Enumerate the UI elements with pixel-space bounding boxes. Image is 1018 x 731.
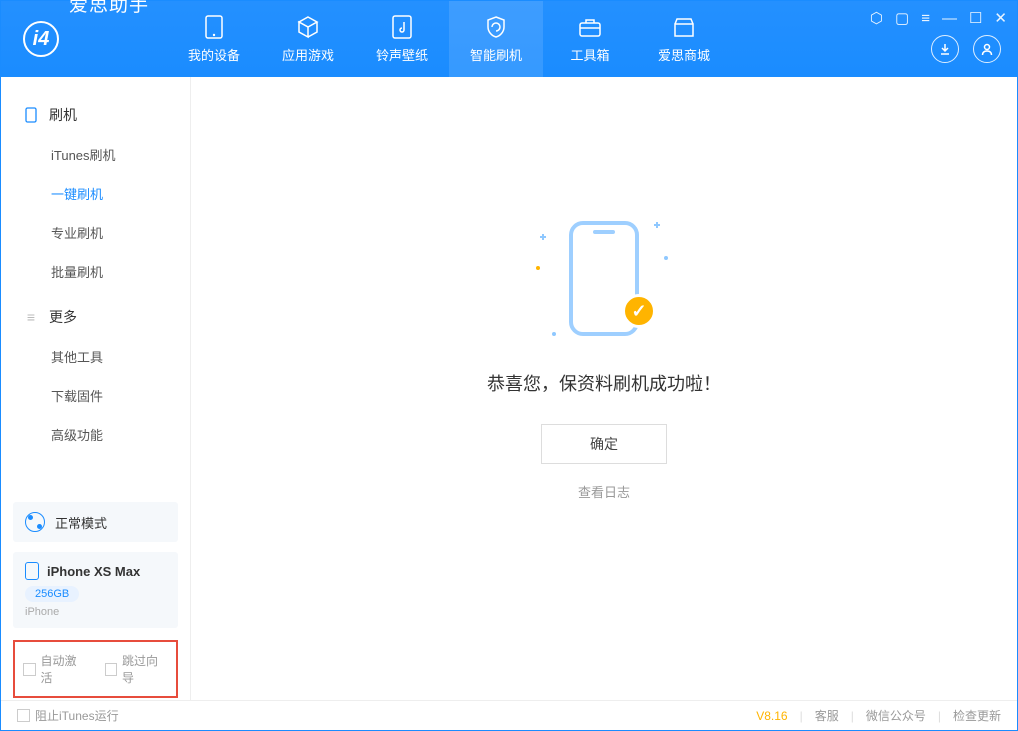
tab-label: 爱思商城 <box>658 45 710 64</box>
music-file-icon <box>388 15 416 39</box>
check-update-link[interactable]: 检查更新 <box>953 707 1001 724</box>
logo-icon: i4 <box>23 21 59 57</box>
device-storage: 256GB <box>25 586 79 602</box>
dot-icon <box>664 256 668 260</box>
toolbox-icon <box>576 15 604 39</box>
mode-icon <box>25 512 45 532</box>
phone-outline-icon <box>23 107 39 123</box>
store-icon <box>670 15 698 39</box>
checkbox-label: 跳过向导 <box>122 652 168 686</box>
sidebar-item-batch-flash[interactable]: 批量刷机 <box>1 252 190 291</box>
tab-smart-flash[interactable]: 智能刷机 <box>449 1 543 77</box>
feedback-icon[interactable]: ▢ <box>895 9 909 27</box>
maximize-icon[interactable]: ☐ <box>969 9 982 27</box>
cube-icon <box>294 15 322 39</box>
sparkle-icon <box>540 234 546 240</box>
app-name: 爱思助手 <box>69 0 149 77</box>
footer: 阻止iTunes运行 V8.16 | 客服 | 微信公众号 | 检查更新 <box>1 700 1017 730</box>
dot-icon <box>536 266 540 270</box>
header-actions <box>931 35 1001 63</box>
dot-icon <box>552 332 556 336</box>
tab-toolbox[interactable]: 工具箱 <box>543 1 637 77</box>
tab-my-device[interactable]: 我的设备 <box>167 1 261 77</box>
tab-label: 我的设备 <box>188 45 240 64</box>
support-link[interactable]: 客服 <box>815 707 839 724</box>
refresh-shield-icon <box>482 15 510 39</box>
section-title: 更多 <box>49 307 77 327</box>
sidebar-item-other-tools[interactable]: 其他工具 <box>1 337 190 376</box>
sidebar-section-more: ≡ 更多 <box>1 297 190 337</box>
logo-area: i4 爱思助手 www.i4.cn <box>1 0 167 89</box>
sidebar-item-advanced[interactable]: 高级功能 <box>1 415 190 454</box>
options-highlighted-row: 自动激活 跳过向导 <box>13 640 178 698</box>
device-name: iPhone XS Max <box>47 564 140 579</box>
window-controls: ⬡ ▢ ≡ — ☐ ✕ <box>870 9 1007 27</box>
section-title: 刷机 <box>49 105 77 125</box>
download-icon[interactable] <box>931 35 959 63</box>
success-illustration: ✓ <box>534 216 674 346</box>
version-label: V8.16 <box>756 709 787 723</box>
minimize-icon[interactable]: — <box>942 10 957 27</box>
shirt-icon[interactable]: ⬡ <box>870 9 883 27</box>
sidebar-item-pro-flash[interactable]: 专业刷机 <box>1 213 190 252</box>
checkbox-label: 阻止iTunes运行 <box>35 707 119 724</box>
skip-guide-checkbox[interactable]: 跳过向导 <box>105 652 169 686</box>
phone-icon <box>25 562 39 580</box>
nav-tabs: 我的设备 应用游戏 铃声壁纸 智能刷机 工具箱 爱思商城 <box>167 1 731 77</box>
app-url: www.i4.cn <box>69 77 149 89</box>
close-icon[interactable]: ✕ <box>994 9 1007 27</box>
sparkle-icon <box>654 222 660 228</box>
tab-label: 智能刷机 <box>470 45 522 64</box>
device-box[interactable]: iPhone XS Max 256GB iPhone <box>13 552 178 628</box>
device-icon <box>200 15 228 39</box>
checkbox-icon <box>23 663 36 676</box>
sidebar-item-download-firmware[interactable]: 下载固件 <box>1 376 190 415</box>
tab-label: 铃声壁纸 <box>376 45 428 64</box>
sidebar-item-itunes-flash[interactable]: iTunes刷机 <box>1 135 190 174</box>
tab-apps-games[interactable]: 应用游戏 <box>261 1 355 77</box>
list-icon: ≡ <box>23 309 39 325</box>
view-log-link[interactable]: 查看日志 <box>578 482 630 501</box>
sidebar-section-flash: 刷机 <box>1 95 190 135</box>
mode-label: 正常模式 <box>55 513 107 532</box>
checkbox-label: 自动激活 <box>41 652 87 686</box>
sidebar: 刷机 iTunes刷机 一键刷机 专业刷机 批量刷机 ≡ 更多 其他工具 下载固… <box>1 77 191 700</box>
checkbox-icon <box>17 709 30 722</box>
checkbox-icon <box>105 663 118 676</box>
menu-icon[interactable]: ≡ <box>921 10 930 27</box>
tab-ringtones[interactable]: 铃声壁纸 <box>355 1 449 77</box>
block-itunes-checkbox[interactable]: 阻止iTunes运行 <box>17 707 119 724</box>
mode-box[interactable]: 正常模式 <box>13 502 178 542</box>
sidebar-item-oneclick-flash[interactable]: 一键刷机 <box>1 174 190 213</box>
ok-button[interactable]: 确定 <box>541 424 667 464</box>
success-message: 恭喜您，保资料刷机成功啦！ <box>487 370 721 396</box>
auto-activate-checkbox[interactable]: 自动激活 <box>23 652 87 686</box>
tab-label: 应用游戏 <box>282 45 334 64</box>
user-icon[interactable] <box>973 35 1001 63</box>
checkmark-badge-icon: ✓ <box>622 294 656 328</box>
device-type: iPhone <box>25 606 166 618</box>
tab-label: 工具箱 <box>571 45 610 64</box>
tab-store[interactable]: 爱思商城 <box>637 1 731 77</box>
main-content: ✓ 恭喜您，保资料刷机成功啦！ 确定 查看日志 <box>191 77 1017 700</box>
wechat-link[interactable]: 微信公众号 <box>866 707 926 724</box>
app-header: i4 爱思助手 www.i4.cn 我的设备 应用游戏 铃声壁纸 智能刷机 工具… <box>1 1 1017 77</box>
